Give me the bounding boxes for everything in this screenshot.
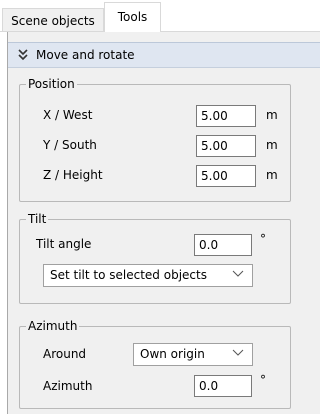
tab-tools[interactable]: Tools: [104, 2, 161, 32]
around-dropdown-value: Own origin: [140, 347, 205, 361]
tab-bar: Scene objects Tools: [0, 0, 320, 32]
position-group: Position X / West m Y / South m Z / Heig…: [19, 77, 291, 202]
azimuth-group: Azimuth Around Own origin Azimuth °: [19, 319, 291, 409]
tab-tools-label: Tools: [117, 10, 148, 24]
z-unit: m: [266, 168, 278, 182]
y-unit: m: [266, 138, 278, 152]
z-height-label: Z / Height: [43, 168, 103, 182]
tilt-group: Tilt Tilt angle ° Set tilt to selected o…: [19, 212, 291, 304]
azimuth-input[interactable]: [194, 375, 252, 397]
position-legend: Position: [26, 77, 77, 91]
tab-scene-objects-label: Scene objects: [11, 14, 95, 28]
tilt-angle-input[interactable]: [194, 234, 252, 256]
x-west-label: X / West: [43, 108, 93, 122]
around-label: Around: [43, 347, 87, 361]
x-west-input[interactable]: [196, 105, 256, 127]
azimuth-legend: Azimuth: [26, 319, 80, 333]
y-south-label: Y / South: [43, 138, 97, 152]
section-title: Move and rotate: [36, 48, 135, 62]
tilt-degree-unit: °: [260, 232, 266, 246]
x-unit: m: [266, 108, 278, 122]
tilt-angle-label: Tilt angle: [36, 237, 92, 251]
azimuth-label: Azimuth: [43, 379, 93, 393]
tilt-legend: Tilt: [26, 212, 49, 226]
set-tilt-dropdown-value: Set tilt to selected objects: [50, 268, 207, 282]
move-and-rotate-header[interactable]: Move and rotate: [8, 42, 320, 68]
double-chevron-down-icon: [18, 49, 28, 61]
chevron-down-icon: [232, 349, 244, 356]
around-dropdown[interactable]: Own origin: [133, 343, 253, 366]
y-south-input[interactable]: [196, 135, 256, 157]
tab-scene-objects[interactable]: Scene objects: [2, 8, 104, 32]
set-tilt-dropdown[interactable]: Set tilt to selected objects: [43, 264, 253, 287]
z-height-input[interactable]: [196, 165, 256, 187]
azimuth-degree-unit: °: [260, 373, 266, 387]
chevron-down-icon: [232, 270, 244, 277]
tools-panel: Move and rotate Position X / West m Y / …: [7, 32, 320, 414]
